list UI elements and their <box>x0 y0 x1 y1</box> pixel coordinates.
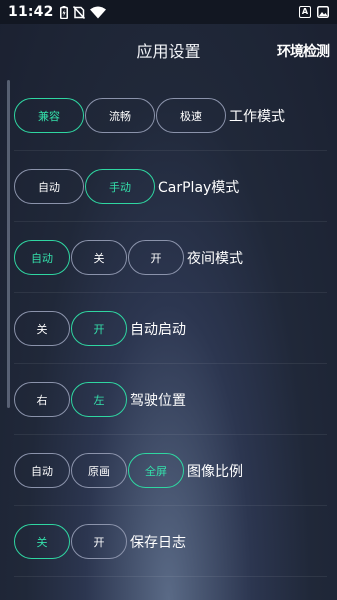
option-button[interactable]: 极速 <box>156 98 226 133</box>
settings-list: 兼容 流畅 极速 工作模式 自动 手动 CarPlay模式 自动 关 开 夜间模… <box>0 80 337 577</box>
image-notification-icon <box>317 6 329 18</box>
setting-label: 工作模式 <box>229 108 285 125</box>
setting-row-driving-position: 右 左 驾驶位置 <box>0 364 337 435</box>
environment-check-button[interactable]: 环境检测 <box>277 41 330 61</box>
option-button[interactable]: 自动 <box>14 453 70 488</box>
page-title: 应用设置 <box>136 42 201 61</box>
status-bar: 11:42 A <box>0 0 337 24</box>
option-button[interactable]: 开 <box>128 240 184 275</box>
option-button[interactable]: 手动 <box>85 169 155 204</box>
no-sim-icon <box>72 5 85 19</box>
setting-label: 保存日志 <box>130 534 186 551</box>
setting-label: 自动启动 <box>130 321 186 338</box>
a-notification-icon: A <box>299 6 311 18</box>
option-button[interactable]: 开 <box>71 524 127 559</box>
option-button[interactable]: 左 <box>71 382 127 417</box>
status-time: 11:42 <box>8 4 54 20</box>
setting-row-carplay-mode: 自动 手动 CarPlay模式 <box>0 151 337 222</box>
option-button[interactable]: 流畅 <box>85 98 155 133</box>
option-button[interactable]: 自动 <box>14 240 70 275</box>
setting-label: 图像比例 <box>187 463 243 480</box>
option-button[interactable]: 开 <box>71 311 127 346</box>
setting-row-save-log: 关 开 保存日志 <box>0 506 337 577</box>
option-button[interactable]: 全屏 <box>128 453 184 488</box>
setting-label: CarPlay模式 <box>158 179 240 196</box>
option-button[interactable]: 兼容 <box>14 98 84 133</box>
setting-row-night-mode: 自动 关 开 夜间模式 <box>0 222 337 293</box>
option-button[interactable]: 关 <box>14 524 70 559</box>
option-button[interactable]: 原画 <box>71 453 127 488</box>
battery-charging-icon <box>59 5 68 19</box>
option-button[interactable]: 关 <box>71 240 127 275</box>
option-button[interactable]: 右 <box>14 382 70 417</box>
setting-row-work-mode: 兼容 流畅 极速 工作模式 <box>0 80 337 151</box>
app-header: 应用设置 环境检测 <box>0 24 337 76</box>
setting-row-image-ratio: 自动 原画 全屏 图像比例 <box>0 435 337 506</box>
option-button[interactable]: 自动 <box>14 169 84 204</box>
option-button[interactable]: 关 <box>14 311 70 346</box>
setting-label: 夜间模式 <box>187 250 243 267</box>
setting-row-auto-start: 关 开 自动启动 <box>0 293 337 364</box>
wifi-icon <box>89 6 106 18</box>
setting-label: 驾驶位置 <box>130 392 186 409</box>
